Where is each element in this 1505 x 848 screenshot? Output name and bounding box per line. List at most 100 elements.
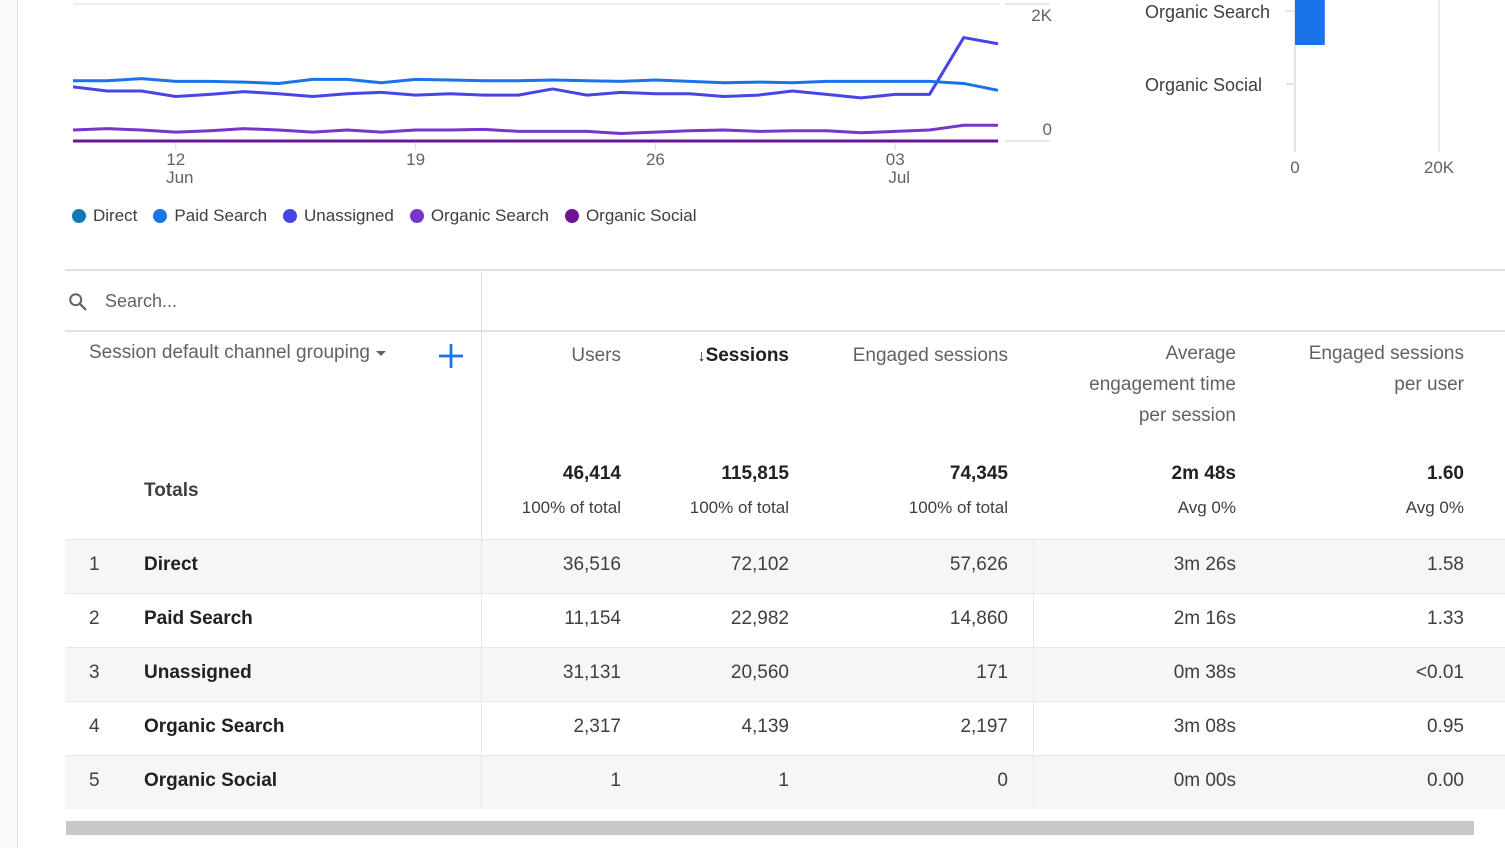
column-header-sessions[interactable]: ↓Sessions — [639, 340, 789, 372]
row-metric-value: 72,102 — [730, 554, 789, 575]
row-metric-value: 0m 00s — [1173, 770, 1236, 791]
bar-x-tick-label: 20K — [1424, 158, 1455, 177]
row-metric-value: 57,626 — [949, 554, 1008, 575]
row-metric-value: 1 — [778, 770, 789, 791]
row-metric-value: 14,860 — [949, 608, 1008, 629]
bar-category-label: Organic Social — [1145, 75, 1262, 95]
x-tick-label: 03 — [886, 150, 905, 169]
column-header-users[interactable]: Users — [501, 340, 621, 371]
channel-bar-chart: 0 20K Organic Search Organic Social — [1145, 0, 1455, 177]
row-metric-value: 36,516 — [562, 554, 621, 575]
total-subtext: Avg 0% — [1405, 498, 1464, 517]
table-row[interactable]: 4 Organic Search 2,317 4,139 2,197 3m 08s 0.95 — [65, 701, 1505, 755]
totals-label: Totals — [144, 480, 199, 501]
column-header-label: Average — [1165, 343, 1236, 364]
sessions-over-time-line-chart: 0 2K 12Jun 19 26 03Jul — [72, 3, 1053, 187]
row-metric-value: 4,139 — [741, 716, 789, 737]
y-tick-label: 0 — [1043, 120, 1052, 139]
horizontal-scrollbar[interactable] — [66, 821, 1474, 835]
row-metric-value: <0.01 — [1415, 662, 1464, 683]
legend-dot-icon — [564, 209, 579, 223]
legend-item[interactable]: Organic Social — [564, 206, 697, 226]
row-rank: 3 — [89, 662, 100, 683]
row-rank: 2 — [89, 608, 100, 629]
row-rank: 5 — [89, 770, 100, 791]
series-line-paid-search — [73, 77, 999, 92]
table-row[interactable]: 2 Paid Search 11,154 22,982 14,860 2m 16s 1.33 — [65, 593, 1505, 647]
column-divider — [481, 594, 482, 647]
row-metric-value: 3m 26s — [1173, 554, 1236, 575]
legend-label: Paid Search — [174, 206, 268, 225]
bar-organic-search — [1295, 0, 1325, 45]
row-metric-value: 2m 16s — [1173, 608, 1236, 629]
row-metric-value: 22,982 — [730, 608, 789, 629]
legend-dot-icon — [409, 209, 424, 223]
column-header-label: per user — [1394, 374, 1464, 395]
search-icon — [69, 293, 87, 311]
row-metric-value: 3m 08s — [1173, 716, 1236, 737]
row-channel-name[interactable]: Direct — [144, 554, 198, 576]
add-dimension-plus-icon[interactable] — [437, 342, 465, 370]
legend-label: Organic Search — [430, 206, 549, 225]
column-divider — [481, 648, 482, 701]
column-header-engaged-sessions[interactable]: Engaged sessions — [808, 340, 1008, 371]
column-divider — [481, 756, 482, 809]
total-value: 115,815 — [721, 463, 789, 484]
row-metric-value: 171 — [976, 662, 1008, 683]
legend-dot-icon — [153, 209, 168, 223]
column-header-text: Sessions — [705, 345, 789, 366]
table-row[interactable]: 3 Unassigned 31,131 20,560 171 0m 38s <0.01 — [65, 647, 1505, 701]
column-header-average-engagement-time-per-session[interactable]: Average engagement time per session — [1016, 338, 1236, 431]
total-value: 2m 48s — [1171, 463, 1236, 484]
legend-dot-icon — [72, 209, 86, 223]
column-divider — [481, 702, 482, 755]
x-tick-month-label: Jun — [166, 168, 193, 187]
column-header-label: Engaged sessions — [1308, 343, 1464, 364]
series-line-organic-search — [72, 123, 998, 135]
legend-item[interactable]: Direct — [72, 206, 137, 226]
total-subtext: Avg 0% — [1177, 498, 1236, 517]
total-subtext: 100% of total — [908, 498, 1008, 517]
legend-item[interactable]: Unassigned — [283, 206, 394, 226]
row-metric-value: 20,560 — [730, 662, 789, 683]
legend-item[interactable]: Paid Search — [153, 206, 267, 226]
dimension-selector[interactable]: Session default channel grouping — [89, 342, 386, 364]
column-header-label: per session — [1138, 405, 1236, 426]
row-channel-name[interactable]: Paid Search — [144, 608, 253, 630]
table-row[interactable]: 1 Direct 36,516 72,102 57,626 3m 26s 1.58 — [65, 539, 1505, 593]
legend-label: Organic Social — [585, 206, 697, 225]
table-search-row — [65, 269, 1505, 332]
row-metric-value: 31,131 — [562, 662, 621, 683]
row-channel-name[interactable]: Organic Search — [144, 716, 284, 738]
table-row[interactable]: 5 Organic Social 1 1 0 0m 00s 0.00 — [65, 755, 1505, 809]
row-rank: 1 — [89, 554, 100, 575]
legend-dot-icon — [283, 209, 298, 223]
column-header-label: engagement time — [1089, 374, 1236, 395]
row-metric-value: 2,317 — [573, 716, 621, 737]
total-value: 46,414 — [562, 463, 621, 484]
row-metric-value: 1 — [610, 770, 621, 791]
x-tick-label: 26 — [646, 150, 665, 169]
legend-item[interactable]: Organic Search — [409, 206, 549, 226]
column-divider — [481, 540, 482, 593]
row-metric-value: 0.00 — [1427, 770, 1464, 791]
total-subtext: 100% of total — [521, 498, 621, 517]
dropdown-caret-icon — [375, 350, 386, 356]
row-rank: 4 — [89, 716, 100, 737]
total-value: 1.60 — [1427, 463, 1464, 484]
x-tick-label: 19 — [406, 150, 425, 169]
row-metric-value: 1.33 — [1427, 608, 1464, 629]
row-metric-value: 11,154 — [564, 608, 621, 629]
total-subtext: 100% of total — [689, 498, 789, 517]
row-channel-name[interactable]: Organic Social — [144, 770, 277, 792]
column-header-engaged-sessions-per-user[interactable]: Engaged sessions per user — [1244, 338, 1464, 400]
column-header-label: Users — [571, 345, 621, 366]
table-header: Session default channel grouping Users ↓S… — [65, 330, 1505, 517]
sort-descending-arrow-icon: ↓ — [697, 348, 706, 365]
row-metric-value: 0 — [997, 770, 1008, 791]
table-search-input[interactable] — [103, 285, 467, 317]
bar-category-label: Organic Search — [1145, 2, 1270, 22]
total-value: 74,345 — [949, 463, 1008, 484]
row-channel-name[interactable]: Unassigned — [144, 662, 252, 684]
row-metric-value: 0.95 — [1427, 716, 1464, 737]
